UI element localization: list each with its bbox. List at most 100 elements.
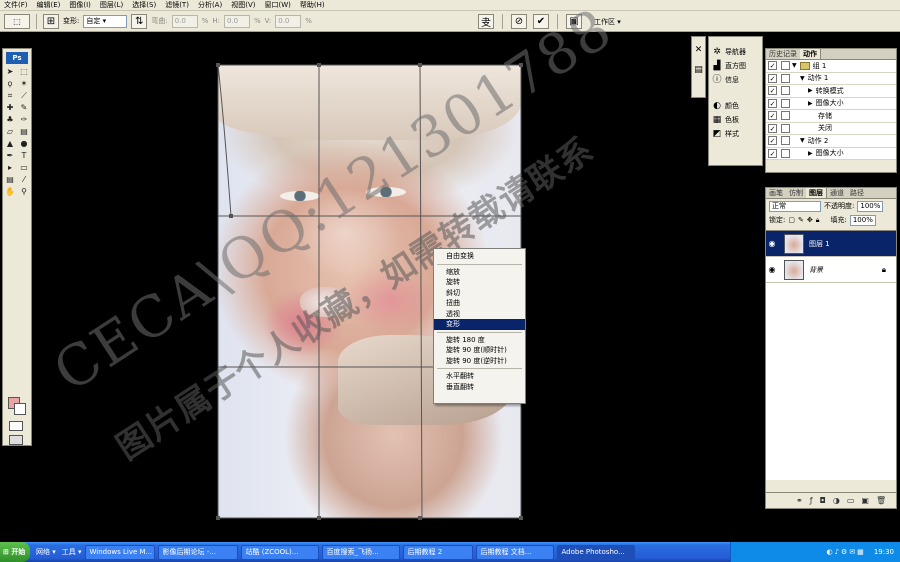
checkmark-icon[interactable]: ✓ — [768, 123, 777, 133]
taskbar-item[interactable]: Windows Live M... — [84, 544, 155, 560]
checkmark-icon[interactable]: ✓ — [768, 73, 777, 83]
action-row[interactable]: ✓ 存储 — [766, 110, 896, 123]
menu-edit[interactable]: 编辑(E) — [37, 0, 61, 10]
menu-select[interactable]: 选择(S) — [132, 0, 156, 10]
marquee-tool-icon[interactable]: ⬚ — [18, 66, 30, 77]
collapse-triangle-icon[interactable]: ▶ — [808, 150, 813, 157]
action-row[interactable]: ✓ ▶ 图像大小 — [766, 147, 896, 160]
taskbar-item[interactable]: 后期教程 文档... — [475, 544, 554, 560]
toolbar-tools[interactable]: 工具 ▾ — [62, 547, 82, 557]
dialog-toggle[interactable] — [781, 73, 790, 83]
action-row[interactable]: ✓ ▼ 动作 1 — [766, 72, 896, 85]
dialog-toggle[interactable] — [781, 148, 790, 158]
lock-transparency-icon[interactable]: ▢ — [788, 216, 795, 224]
checkmark-icon[interactable]: ✓ — [768, 136, 777, 146]
bend-field[interactable]: 0.0 — [171, 14, 198, 28]
action-row[interactable]: ✓ ▼ 动作 2 — [766, 135, 896, 148]
menu-item-scale[interactable]: 缩放 — [434, 267, 525, 278]
dock-item-info[interactable]: ⓘ 信息 — [709, 73, 762, 87]
taskbar-item[interactable]: 百度搜索_飞扬... — [321, 544, 400, 560]
tool-preset-picker[interactable]: ⬚ — [4, 13, 30, 29]
expand-triangle-icon[interactable]: ▼ — [792, 62, 797, 69]
dialog-toggle[interactable] — [781, 61, 790, 71]
path-selection-tool-icon[interactable]: ▸ — [4, 162, 16, 173]
eyedropper-tool-icon[interactable]: ⁄ — [18, 174, 30, 185]
shape-tool-icon[interactable]: ▭ — [18, 162, 30, 173]
visibility-eye-icon[interactable]: ◉ — [766, 265, 778, 274]
move-tool-icon[interactable]: ➤ — [4, 66, 16, 77]
bridge-icon[interactable]: ▣ — [566, 14, 582, 29]
delete-layer-icon[interactable]: 🗑︎ — [876, 496, 886, 505]
menu-item-flip-horizontal[interactable]: 水平翻转 — [434, 371, 525, 382]
dock-item-styles[interactable]: ◩ 样式 — [709, 127, 762, 141]
dialog-toggle[interactable] — [781, 98, 790, 108]
layer-style-icon[interactable]: ƒ — [810, 496, 813, 505]
adjustment-layer-icon[interactable]: ◑ — [833, 496, 840, 505]
lasso-tool-icon[interactable]: ϙ — [4, 78, 16, 89]
history-brush-tool-icon[interactable]: ✑ — [18, 114, 30, 125]
background-color-swatch[interactable] — [14, 403, 26, 415]
tab-history[interactable]: 历史记录 — [766, 49, 800, 59]
commit-transform-icon[interactable]: ✔ — [533, 14, 549, 29]
action-row[interactable]: ✓ ▶ 图像大小 — [766, 97, 896, 110]
dock-item-swatches[interactable]: ▦ 色板 — [709, 113, 762, 127]
standard-mode-button[interactable] — [9, 421, 23, 431]
checkmark-icon[interactable]: ✓ — [768, 61, 777, 71]
new-layer-icon[interactable]: ▣ — [861, 496, 869, 505]
taskbar-item[interactable]: 站酷 (ZCOOL)... — [240, 544, 319, 560]
action-row[interactable]: ✓ 关闭 — [766, 122, 896, 135]
screen-mode-button[interactable] — [9, 435, 23, 445]
start-button[interactable]: ⊞ 开始 — [0, 542, 30, 562]
link-layers-icon[interactable]: ⚭ — [796, 496, 803, 505]
menu-layer[interactable]: 图层(L) — [100, 0, 123, 10]
dialog-toggle[interactable] — [781, 86, 790, 96]
dodge-tool-icon[interactable]: ● — [18, 138, 30, 149]
v-distortion-field[interactable]: 0.0 — [275, 14, 302, 28]
tab-brushes[interactable]: 画笔 — [766, 188, 786, 198]
menu-help[interactable]: 帮助(H) — [300, 0, 325, 10]
visibility-eye-icon[interactable]: ◉ — [766, 239, 778, 248]
tab-actions[interactable]: 动作 — [800, 49, 821, 59]
brush-tool-icon[interactable]: ✎ — [18, 102, 30, 113]
expand-triangle-icon[interactable]: ▼ — [800, 137, 805, 144]
layer-row[interactable]: ◉ 图层 1 — [766, 231, 896, 257]
checkmark-icon[interactable]: ✓ — [768, 86, 777, 96]
toolbar-network[interactable]: 网络 ▾ — [36, 547, 56, 557]
menu-item-distort[interactable]: 扭曲 — [434, 298, 525, 309]
crop-tool-icon[interactable]: ⌗ — [4, 90, 16, 101]
tab-clone[interactable]: 仿制 — [786, 188, 806, 198]
action-row[interactable]: ✓ ▼ 组 1 — [766, 60, 896, 73]
menu-item-rotate-180[interactable]: 旋转 180 度 — [434, 335, 525, 346]
tools-dock-icon[interactable]: ✕ — [692, 45, 705, 55]
healing-brush-tool-icon[interactable]: ✚ — [4, 102, 16, 113]
menu-window[interactable]: 窗口(W) — [264, 0, 290, 10]
new-group-icon[interactable]: ▭ — [847, 496, 855, 505]
warp-style-select[interactable]: 自定 ▾ — [83, 14, 128, 28]
eraser-tool-icon[interactable]: ▱ — [4, 126, 16, 137]
collapse-triangle-icon[interactable]: ▶ — [808, 100, 813, 107]
add-mask-icon[interactable]: ◘ — [820, 496, 826, 505]
dialog-toggle[interactable] — [781, 123, 790, 133]
tab-paths[interactable]: 路径 — [847, 188, 867, 198]
menu-file[interactable]: 文件(F) — [4, 0, 28, 10]
menu-item-flip-vertical[interactable]: 垂直翻转 — [434, 382, 525, 393]
blend-mode-select[interactable]: 正常 — [769, 200, 821, 212]
taskbar-item[interactable]: 后期教程 2 — [402, 544, 473, 560]
workspace-menu[interactable]: 工作区 ▾ — [594, 17, 621, 27]
action-row[interactable]: ✓ ▶ 转换模式 — [766, 85, 896, 98]
lock-paint-icon[interactable]: ✎ — [798, 216, 804, 224]
checkmark-icon[interactable]: ✓ — [768, 148, 777, 158]
menu-view[interactable]: 视图(V) — [231, 0, 255, 10]
menu-item-skew[interactable]: 斜切 — [434, 288, 525, 299]
menu-item-rotate-90-cw[interactable]: 旋转 90 度(顺时针) — [434, 345, 525, 356]
menu-item-rotate-90-ccw[interactable]: 旋转 90 度(逆时针) — [434, 356, 525, 367]
h-distortion-field[interactable]: 0.0 — [224, 14, 250, 28]
collapse-triangle-icon[interactable]: ▶ — [808, 87, 813, 94]
menu-item-rotate[interactable]: 旋转 — [434, 277, 525, 288]
menu-image[interactable]: 图像(I) — [69, 0, 91, 10]
taskbar-item[interactable]: 影像后期论坛 -... — [157, 544, 238, 560]
tab-channels[interactable]: 通道 — [827, 188, 847, 198]
menu-item-free-transform[interactable]: 自由变换 — [434, 251, 525, 262]
magic-wand-tool-icon[interactable]: ✶ — [18, 78, 30, 89]
dialog-toggle[interactable] — [781, 136, 790, 146]
